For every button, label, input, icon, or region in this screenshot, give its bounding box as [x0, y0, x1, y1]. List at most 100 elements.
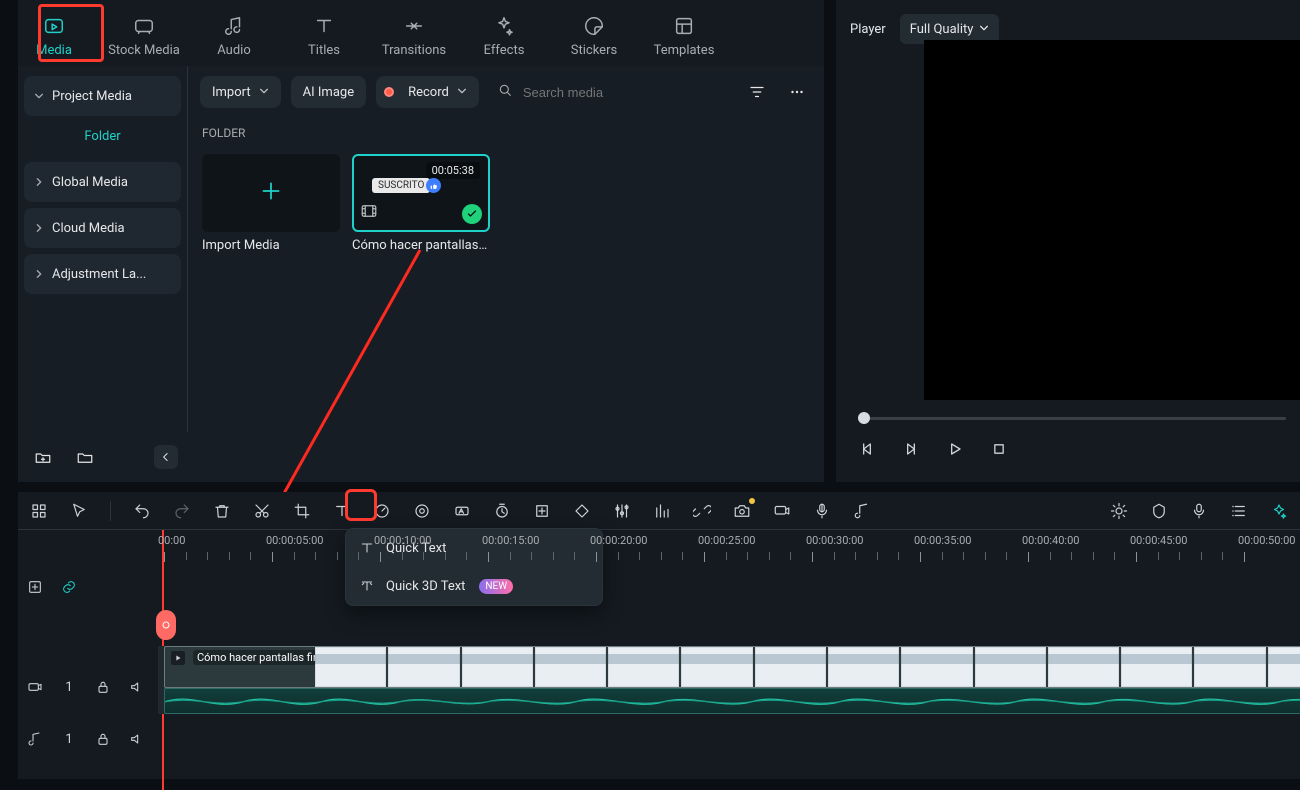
- record-screen-icon[interactable]: [771, 500, 793, 522]
- tab-stock-media[interactable]: Stock Media: [108, 1, 180, 65]
- link-icon[interactable]: [60, 578, 78, 596]
- scrubber-track: [858, 417, 1286, 420]
- ai-image-button[interactable]: AI Image: [291, 76, 366, 108]
- camera-icon[interactable]: [731, 500, 753, 522]
- media-icon: [43, 15, 65, 37]
- ai-tool-icon[interactable]: [1268, 500, 1290, 522]
- tab-titles[interactable]: Titles: [288, 1, 360, 65]
- thumbs-up-icon: [426, 178, 441, 193]
- titles-icon: [313, 15, 335, 37]
- import-button[interactable]: Import: [200, 76, 281, 108]
- chevron-right-icon: [34, 269, 44, 279]
- play-icon[interactable]: [944, 438, 966, 460]
- sliders-icon[interactable]: [611, 500, 633, 522]
- video-clip[interactable]: Cómo hacer pantallas finales: [164, 646, 1300, 688]
- tab-templates[interactable]: Templates: [648, 1, 720, 65]
- scrubber-knob[interactable]: [858, 412, 870, 424]
- import-media-tile[interactable]: Import Media: [202, 154, 340, 253]
- step-forward-icon[interactable]: [900, 438, 922, 460]
- clip-play-icon: [171, 651, 185, 665]
- player-panel: Player Full Quality: [836, 0, 1300, 482]
- ruler-label: 00:00:15:00: [482, 534, 539, 547]
- voiceover-icon[interactable]: [811, 500, 833, 522]
- new-folder-icon[interactable]: [28, 442, 58, 472]
- grid-icon[interactable]: [28, 500, 50, 522]
- speed-icon[interactable]: [371, 500, 393, 522]
- nav-adjustment-layer[interactable]: Adjustment La...: [24, 254, 181, 294]
- redo-icon[interactable]: [171, 500, 193, 522]
- player-viewport[interactable]: [924, 40, 1300, 400]
- playhead-handle[interactable]: [156, 610, 176, 640]
- tab-effects[interactable]: Effects: [468, 1, 540, 65]
- tab-transitions[interactable]: Transitions: [378, 1, 450, 65]
- list-icon[interactable]: [1228, 500, 1250, 522]
- nav-folder[interactable]: Folder: [18, 116, 187, 156]
- search-box[interactable]: [489, 76, 732, 108]
- keyframe-icon[interactable]: [571, 500, 593, 522]
- equalizer-icon[interactable]: [651, 500, 673, 522]
- more-icon[interactable]: [782, 77, 812, 107]
- nav-label: Folder: [84, 129, 120, 144]
- filter-icon[interactable]: [742, 77, 772, 107]
- cut-icon[interactable]: [251, 500, 273, 522]
- music-tool-icon[interactable]: [851, 500, 873, 522]
- timer-icon[interactable]: [491, 500, 513, 522]
- select-label: Full Quality: [910, 22, 974, 37]
- chevron-right-icon: [34, 177, 44, 187]
- collapse-sidebar-button[interactable]: [154, 445, 178, 469]
- timeline-topleft: [26, 578, 78, 596]
- brightness-icon[interactable]: [1108, 500, 1130, 522]
- filmstrip-icon: [360, 202, 378, 224]
- text-tool-icon[interactable]: [331, 500, 353, 522]
- effects-icon: [493, 15, 515, 37]
- lock-icon[interactable]: [94, 678, 112, 696]
- caption-icon[interactable]: [451, 500, 473, 522]
- folder-icon[interactable]: [70, 442, 100, 472]
- audio-clip[interactable]: [164, 688, 1300, 714]
- nav-global-media[interactable]: Global Media: [24, 162, 181, 202]
- undo-icon[interactable]: [131, 500, 153, 522]
- scrubber[interactable]: [850, 408, 1286, 428]
- marker-icon[interactable]: [1148, 500, 1170, 522]
- nav-cloud-media[interactable]: Cloud Media: [24, 208, 181, 248]
- search-icon: [497, 82, 513, 102]
- video-track-icon[interactable]: [26, 678, 44, 696]
- color-icon[interactable]: [411, 500, 433, 522]
- center-icon[interactable]: [531, 500, 553, 522]
- link-break-icon[interactable]: [691, 500, 713, 522]
- lock-icon[interactable]: [94, 730, 112, 748]
- tab-label: Titles: [308, 43, 340, 58]
- ruler-label: 00:00:45:00: [1130, 534, 1187, 547]
- record-button[interactable]: Record: [376, 76, 479, 108]
- workspace-tabs: Media Stock Media Audio Titles Transitio…: [18, 0, 824, 66]
- clip-frames: [315, 647, 1300, 687]
- mute-icon[interactable]: [128, 678, 146, 696]
- player-controls: [836, 402, 1300, 482]
- nav-project-media[interactable]: Project Media: [24, 76, 181, 116]
- stickers-icon: [583, 15, 605, 37]
- stop-icon[interactable]: [988, 438, 1010, 460]
- crop-icon[interactable]: [291, 500, 313, 522]
- search-input[interactable]: [521, 84, 724, 101]
- tab-media[interactable]: Media: [18, 1, 90, 65]
- mute-icon[interactable]: [128, 730, 146, 748]
- prev-frame-icon[interactable]: [856, 438, 878, 460]
- ruler-label: 00:00:20:00: [590, 534, 647, 547]
- tile-label: Cómo hacer pantallas ...: [352, 238, 490, 253]
- tab-audio[interactable]: Audio: [198, 1, 270, 65]
- tab-label: Effects: [484, 43, 525, 58]
- delete-icon[interactable]: [211, 500, 233, 522]
- transitions-icon: [403, 15, 425, 37]
- mic-icon[interactable]: [1188, 500, 1210, 522]
- timeline-panel: Quick Text Quick 3D Text NEW 1: [18, 492, 1300, 779]
- music-note-icon[interactable]: [26, 730, 44, 748]
- cursor-icon[interactable]: [68, 500, 90, 522]
- music-note-icon: [223, 15, 245, 37]
- tab-label: Transitions: [382, 43, 446, 58]
- add-track-icon[interactable]: [26, 578, 44, 596]
- tile-box: [202, 154, 340, 232]
- track-number: 1: [60, 730, 78, 748]
- clip-tile[interactable]: 00:05:38 SUSCRITO Cómo hacer pantallas .…: [352, 154, 490, 253]
- timeline-ruler[interactable]: 00:0000:00:05:0000:00:10:0000:00:15:0000…: [158, 530, 1300, 570]
- tab-stickers[interactable]: Stickers: [558, 1, 630, 65]
